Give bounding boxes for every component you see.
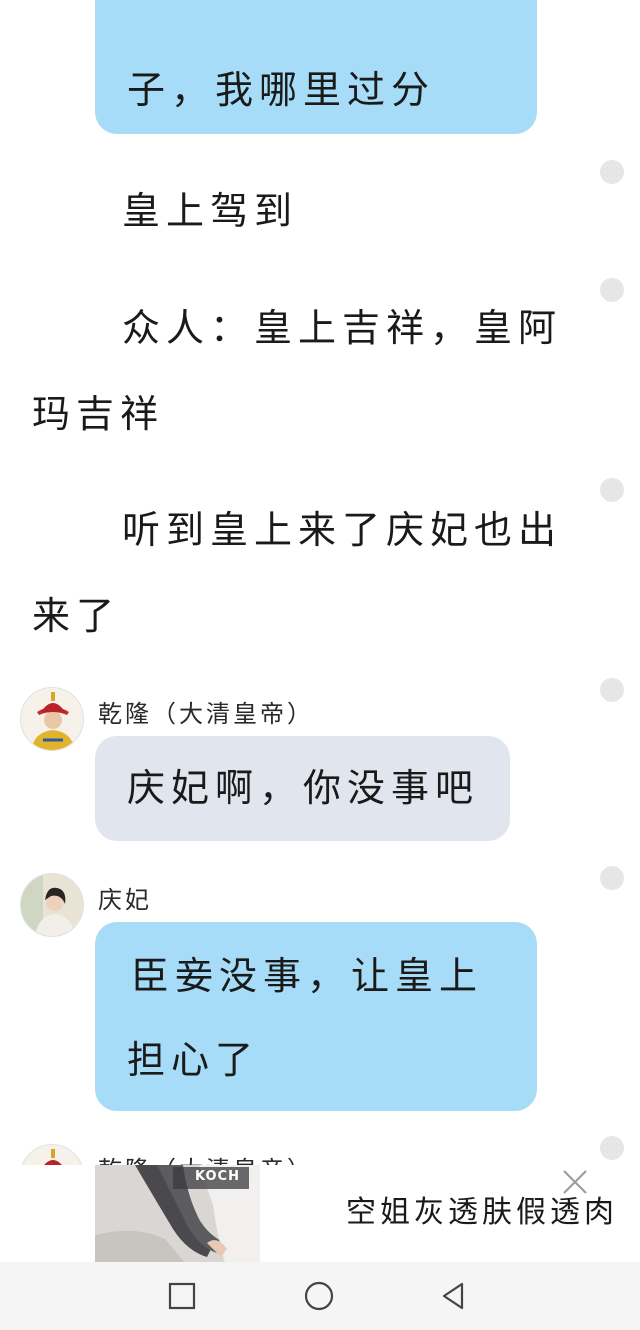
ad-image[interactable]: KOCH bbox=[95, 1165, 260, 1263]
consort-avatar-icon bbox=[21, 874, 83, 936]
narration-3: 听到皇上来了庆妃也出 来了 bbox=[32, 508, 563, 638]
message-status-dot bbox=[600, 160, 624, 184]
narration-1: 皇上驾到 bbox=[122, 189, 299, 233]
home-icon bbox=[304, 1281, 334, 1311]
avatar-qingfei[interactable] bbox=[20, 873, 84, 937]
recent-apps-icon bbox=[168, 1282, 196, 1310]
recent-apps-button[interactable] bbox=[162, 1276, 202, 1316]
message-status-dot bbox=[600, 478, 624, 502]
message-status-dot bbox=[600, 678, 624, 702]
ad-banner[interactable]: KOCH 空姐灰透肤假透肉 bbox=[0, 1165, 640, 1265]
emperor-avatar-icon bbox=[21, 688, 83, 750]
narration-2: 众人：皇上吉祥，皇阿 玛吉祥 bbox=[32, 306, 563, 436]
close-icon[interactable] bbox=[560, 1167, 590, 1197]
back-icon bbox=[442, 1282, 464, 1310]
chat-bubble[interactable]: 臣妾没事，让皇上 担心了 bbox=[95, 922, 537, 1111]
chat-bubble-top: 子，我哪里过分 bbox=[95, 0, 537, 134]
sender-name: 庆妃 bbox=[98, 886, 152, 914]
back-button[interactable] bbox=[434, 1276, 474, 1316]
navigation-bar bbox=[0, 1262, 640, 1330]
ad-image-text: KOCH bbox=[195, 1169, 240, 1184]
message-status-dot bbox=[600, 1136, 624, 1160]
chat-bubble[interactable]: 庆妃啊，你没事吧 bbox=[95, 736, 510, 841]
home-button[interactable] bbox=[299, 1276, 339, 1316]
message-status-dot bbox=[600, 278, 624, 302]
chat-bubble-text: 子，我哪里过分 bbox=[127, 68, 436, 112]
avatar-qianlong[interactable] bbox=[20, 687, 84, 751]
message-status-dot bbox=[600, 866, 624, 890]
sender-name: 乾隆（大清皇帝） bbox=[98, 700, 314, 728]
